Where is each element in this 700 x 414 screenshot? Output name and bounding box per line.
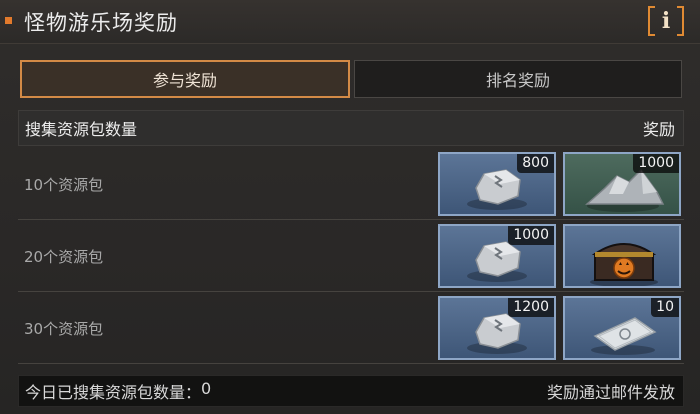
- reward-panel: 怪物游乐场奖励 i 参与奖励 排名奖励 搜集资源包数量 奖励 10个资源包 80…: [0, 0, 700, 414]
- header-accent-marker: [5, 17, 12, 24]
- treasure-chest-icon: [590, 243, 658, 286]
- reward-count: 1000: [508, 226, 554, 245]
- mail-delivery-note: 奖励通过邮件发放: [546, 383, 675, 402]
- status-footer: 今日已搜集资源包数量： 0 奖励通过邮件发放: [18, 375, 684, 407]
- table-header: 搜集资源包数量 奖励: [18, 110, 684, 146]
- panel-header: 怪物游乐场奖励 i: [0, 0, 700, 44]
- reward-slot[interactable]: 1000: [438, 224, 556, 288]
- row-label: 30个资源包: [24, 320, 104, 338]
- info-bracket-left: [648, 6, 655, 36]
- reward-slot[interactable]: 10: [563, 296, 681, 360]
- collected-label: 今日已搜集资源包数量：: [25, 383, 202, 402]
- tab-ranking-reward[interactable]: 排名奖励: [354, 60, 682, 98]
- reward-row: 30个资源包 1200 10: [18, 292, 684, 364]
- column-header-reward: 奖励: [642, 120, 675, 139]
- info-icon: i: [661, 8, 671, 34]
- info-bracket-right: [677, 6, 684, 36]
- reward-tabs: 参与奖励 排名奖励: [20, 60, 682, 98]
- reward-count: 10: [651, 298, 679, 317]
- reward-row: 20个资源包 1000: [18, 220, 684, 292]
- reward-count: 1200: [508, 298, 554, 317]
- reward-slot[interactable]: 1200: [438, 296, 556, 360]
- reward-count: 800: [517, 154, 554, 173]
- reward-slot[interactable]: 800: [438, 152, 556, 216]
- reward-count: 1000: [633, 154, 679, 173]
- row-label: 20个资源包: [24, 248, 104, 266]
- row-label: 10个资源包: [24, 176, 104, 194]
- column-header-quantity: 搜集资源包数量: [25, 120, 138, 139]
- reward-row: 10个资源包 800 1000: [18, 148, 684, 220]
- reward-slot[interactable]: [563, 224, 681, 288]
- panel-title: 怪物游乐场奖励: [24, 11, 178, 35]
- collected-status: 今日已搜集资源包数量： 0: [25, 379, 211, 403]
- collected-value: 0: [201, 379, 212, 398]
- reward-slot[interactable]: 1000: [563, 152, 681, 216]
- tab-participation-reward[interactable]: 参与奖励: [20, 60, 350, 98]
- info-button[interactable]: i: [648, 6, 684, 36]
